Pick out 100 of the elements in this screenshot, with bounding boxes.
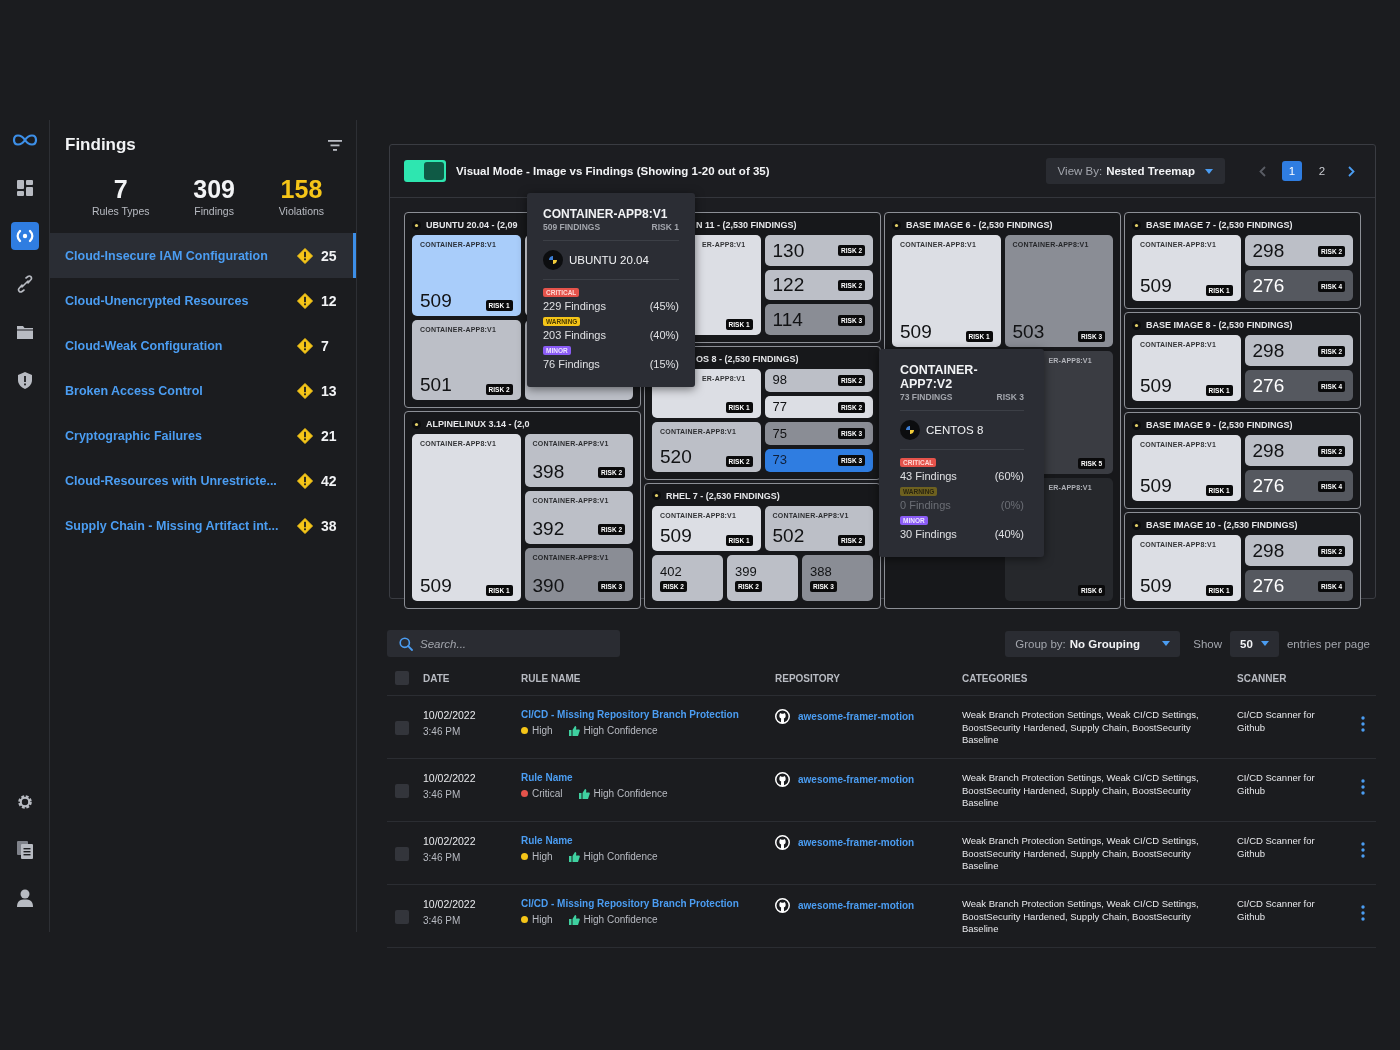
repository-link[interactable]: awesome-framer-motion	[798, 837, 915, 848]
findings-count: 203 Findings	[543, 329, 606, 341]
findings-count: 73 FINDINGS	[900, 392, 953, 402]
scanner-text: CI/CD Scanner for Github	[1237, 898, 1316, 923]
toggle-switch[interactable]	[404, 160, 446, 182]
link-icon	[16, 275, 33, 293]
view-dropdown[interactable]: View By: Nested Treemap	[1045, 158, 1225, 184]
more-options-icon[interactable]	[1361, 716, 1365, 732]
more-options-icon[interactable]	[1361, 905, 1365, 921]
risk-label: RISK 1	[651, 222, 679, 232]
next-page-icon[interactable]	[1348, 165, 1355, 177]
os-icon	[900, 420, 920, 440]
rule-item[interactable]: Cloud-Unencrypted Resources 12	[50, 278, 356, 323]
group-title: UBUNTU 20.04 - (2,09	[426, 220, 518, 230]
filter-icon[interactable]	[328, 139, 342, 151]
time-text: 3:46 PM	[423, 915, 462, 926]
stat-value: 158	[280, 175, 323, 203]
column-header: RULE NAME	[521, 672, 582, 684]
confidence-text: High Confidence	[583, 725, 658, 736]
tile-value: 503	[1012, 321, 1045, 342]
rule-item[interactable]: Cloud-Insecure IAM Configuration 25	[50, 233, 356, 278]
confidence-text: High Confidence	[583, 851, 658, 862]
rule-item[interactable]: Cloud-Weak Configuration 7	[50, 323, 356, 368]
signal-icon	[14, 229, 35, 243]
tile-value: 98	[772, 373, 787, 388]
row-checkbox[interactable]	[395, 847, 409, 861]
warning-icon	[297, 382, 313, 399]
os-icon	[543, 250, 563, 270]
scanner-text: CI/CD Scanner for Github	[1237, 709, 1316, 734]
rule-link[interactable]: Rule Name	[521, 772, 775, 783]
bullet-icon	[412, 419, 421, 429]
row-checkbox[interactable]	[395, 910, 409, 924]
page-button[interactable]: 1	[1282, 161, 1302, 181]
group-title: BASE IMAGE 6 - (2,530 FINDINGS)	[906, 220, 1053, 230]
more-options-icon[interactable]	[1361, 779, 1365, 795]
findings-count: 30 Findings	[900, 528, 957, 540]
tile-value: 276	[1252, 376, 1285, 396]
tile-value: 502	[772, 526, 805, 547]
group-title: N 11 - (2,530 FINDINGS)	[696, 220, 797, 230]
nav-button[interactable]	[10, 222, 39, 250]
rule-name: Cryptographic Failures	[65, 428, 203, 443]
findings-count: 43 Findings	[900, 470, 957, 482]
stat-label: Rules Types	[91, 205, 150, 217]
thumbs-up-icon	[568, 851, 580, 862]
repository-link[interactable]: awesome-framer-motion	[798, 774, 915, 785]
rule-name: Cloud-Weak Configuration	[65, 338, 224, 353]
categories-text: Weak Branch Protection Settings, Weak CI/CD Settings, BoostSecurity Hardened, Supply Chain, BoostSecurity Baseline	[962, 835, 1200, 873]
bullet-icon	[892, 220, 901, 230]
time-text: 3:46 PM	[423, 852, 462, 863]
categories-text: Weak Branch Protection Settings, Weak CI/CD Settings, BoostSecurity Hardened, Supply Chain, BoostSecurity Baseline	[962, 772, 1200, 810]
scanner-text: CI/CD Scanner for Github	[1237, 772, 1316, 797]
warning-icon	[297, 472, 313, 489]
rule-name: Supply Chain - Missing Artifact int...	[65, 518, 280, 533]
rule-link[interactable]: CI/CD - Missing Repository Branch Protection	[521, 898, 775, 909]
rule-item[interactable]: Broken Access Control 13	[50, 368, 356, 413]
date-text: 10/02/2022	[423, 835, 477, 847]
row-checkbox[interactable]	[395, 784, 409, 798]
more-options-icon[interactable]	[1361, 842, 1365, 858]
select-all-checkbox[interactable]	[395, 671, 409, 685]
severity-text: High	[532, 725, 553, 736]
page-button[interactable]: 2	[1312, 161, 1332, 181]
tile-value: 390	[532, 576, 565, 596]
time-text: 3:46 PM	[423, 726, 462, 737]
group-title: OS 8 - (2,530 FINDINGS)	[696, 353, 799, 364]
previous-page-icon[interactable]	[1259, 165, 1266, 177]
repository-link[interactable]: awesome-framer-motion	[798, 711, 915, 722]
group-by-dropdown[interactable]: Group by: No Grouping	[1005, 630, 1181, 657]
tile-value: 75	[772, 426, 787, 441]
rule-name: Broken Access Control	[65, 383, 204, 398]
tile-value: 130	[772, 240, 805, 261]
rule-item[interactable]: Cloud-Resources with Unrestricte... 42	[50, 458, 356, 503]
folder-icon	[16, 325, 33, 339]
tile-value: 399	[735, 564, 757, 579]
time-text: 3:46 PM	[423, 789, 462, 800]
group-title: RHEL 7 - (2,530 FINDINGS)	[666, 490, 780, 501]
column-header: REPOSITORY	[775, 672, 841, 684]
os-name: CENTOS 8	[926, 424, 984, 436]
caret-icon	[1162, 641, 1171, 646]
search-field[interactable]: Search...	[387, 630, 620, 657]
date-text: 10/02/2022	[423, 898, 477, 910]
tile-value: 509	[660, 526, 692, 547]
scanner-text: CI/CD Scanner for Github	[1237, 835, 1316, 860]
row-checkbox[interactable]	[395, 721, 409, 735]
logo-icon	[10, 132, 39, 148]
repository-link[interactable]: awesome-framer-motion	[798, 900, 915, 911]
bullet-icon	[412, 220, 421, 230]
tile-value: 77	[772, 400, 787, 415]
rule-link[interactable]: Rule Name	[521, 835, 775, 846]
tooltip-title: CONTAINER-APP8:V1	[543, 207, 669, 221]
shield-icon	[17, 371, 32, 389]
rule-item[interactable]: Cryptographic Failures 21	[50, 413, 356, 458]
severity-text: High	[532, 851, 553, 862]
caret-icon	[1260, 641, 1269, 646]
group-title: BASE IMAGE 9 - (2,530 FINDINGS)	[1146, 420, 1293, 430]
page-size-dropdown[interactable]: 50	[1230, 630, 1279, 657]
tile-value: 276	[1252, 576, 1285, 596]
rule-link[interactable]: CI/CD - Missing Repository Branch Protection	[521, 709, 775, 720]
tile-value: 276	[1252, 476, 1285, 496]
rule-item[interactable]: Supply Chain - Missing Artifact int... 38	[50, 503, 356, 548]
stat-value: 309	[193, 175, 235, 203]
